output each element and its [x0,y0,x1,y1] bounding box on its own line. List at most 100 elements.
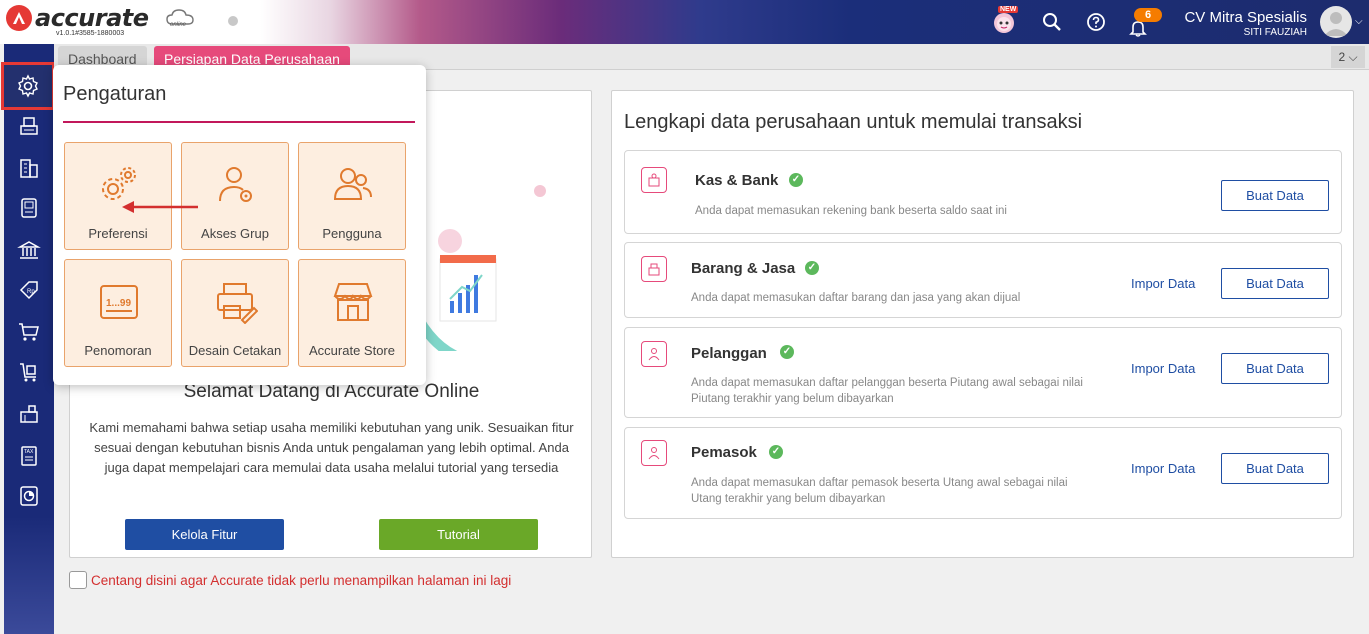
store-icon [333,283,373,321]
check-icon: ✓ [789,173,803,187]
sidebar-item-inventory[interactable] [4,394,54,434]
print-design-icon [217,283,258,324]
kelola-fitur-button[interactable]: Kelola Fitur [125,519,284,550]
tile-label: Penomoran [84,343,152,358]
building-icon [20,159,38,178]
tab-count-dropdown[interactable]: 2 ⌵ [1331,46,1365,68]
users-icon [333,168,372,200]
buat-data-button[interactable]: Buat Data [1221,180,1329,211]
top-bar: accurate v1.0.1#3585-1880003 online NEW … [0,0,1369,44]
tile-desain-cetakan[interactable]: Desain Cetakan [181,259,289,367]
settings-popup: Pengaturan Preferensi Akses Grup Penggun… [53,65,426,385]
welcome-illustration [405,185,546,351]
card-pemasok: Pemasok ✓ Anda dapat memasukan daftar pe… [624,427,1342,519]
sidebar-item-cashier[interactable] [4,106,54,146]
app-logo[interactable]: accurate [6,4,149,32]
sidebar-item-ledger[interactable] [4,188,54,228]
help-icon[interactable] [1084,10,1108,34]
logo-text: accurate [35,4,149,32]
card-description: Anda dapat memasukan daftar barang dan j… [691,292,1021,304]
cash-bank-icon [641,167,667,193]
goods-icon [641,256,667,282]
company-info[interactable]: CV Mitra Spesialis SITI FAUZIAH [1184,9,1307,38]
impor-data-link[interactable]: Impor Data [1131,461,1195,476]
logo-subtitle: online [170,22,187,28]
tile-label: Akses Grup [201,226,269,241]
buat-data-button[interactable]: Buat Data [1221,353,1329,384]
ledger-book-icon [21,198,37,218]
buat-data-button[interactable]: Buat Data [1221,268,1329,299]
notification-count-badge: 6 [1134,8,1162,22]
avatar[interactable] [1320,6,1352,38]
tile-akses-grup[interactable]: Akses Grup [181,142,289,250]
user-key-icon [219,167,252,202]
search-icon[interactable] [1040,10,1064,34]
impor-data-link[interactable]: Impor Data [1131,276,1195,291]
setup-panel: Lengkapi data perusahaan untuk memulai t… [611,90,1354,558]
sidebar-item-purchase[interactable] [4,352,54,392]
sidebar-item-company[interactable] [4,148,54,188]
app-version: v1.0.1#3585-1880003 [56,30,125,37]
bank-icon [17,241,41,259]
check-icon: ✓ [805,261,819,275]
customer-icon [641,341,667,367]
card-title: Kas & Bank [695,172,779,189]
tile-penomoran[interactable]: 1...99 Penomoran [64,259,172,367]
tutorial-button[interactable]: Tutorial [379,519,538,550]
card-description: Anda dapat memasukan daftar pemasok bese… [691,477,1068,505]
sidebar-item-sales[interactable] [4,312,54,352]
accurate-logo-icon [6,5,32,31]
tile-label: Accurate Store [309,343,395,358]
sidebar-item-price[interactable]: Rp [4,270,54,310]
numbering-icon: 1...99 [100,285,138,319]
status-dot [228,16,238,26]
warehouse-icon [20,405,38,423]
tile-pengguna[interactable]: Pengguna [298,142,406,250]
shopping-cart-icon [19,323,39,341]
sidebar-item-reports[interactable] [4,476,54,516]
company-name: CV Mitra Spesialis [1184,9,1307,26]
tile-label: Desain Cetakan [188,343,282,358]
card-description: Anda dapat memasukan rekening bank beser… [695,205,1007,217]
dont-show-checkbox[interactable] [69,571,87,589]
sidebar: Rp TAX [1,44,55,634]
arrow-pointer-icon [122,201,198,213]
report-chart-icon [20,486,38,506]
gear-icon [18,74,38,98]
svg-text:1...99: 1...99 [106,298,131,309]
tile-preferensi[interactable]: Preferensi [64,142,172,250]
user-name: SITI FAUZIAH [1243,27,1307,38]
sidebar-item-bank[interactable] [4,230,54,270]
dont-show-again[interactable]: Centang disini agar Accurate tidak perlu… [69,571,511,589]
cash-register-icon [20,117,38,135]
card-title: Barang & Jasa [691,260,796,277]
cart-box-icon [20,363,36,382]
card-pelanggan: Pelanggan ✓ Anda dapat memasukan daftar … [624,327,1342,418]
popup-title: Pengaturan [63,83,167,105]
new-badge: NEW [998,6,1019,13]
tax-document-icon: TAX [21,446,37,466]
sidebar-item-tax[interactable]: TAX [4,436,54,476]
welcome-description: Kami memahami bahwa setiap usaha memilik… [89,420,574,475]
sidebar-item-settings[interactable] [1,62,55,110]
dont-show-label: Centang disini agar Accurate tidak perlu… [91,572,512,588]
tile-accurate-store[interactable]: Accurate Store [298,259,406,367]
new-feature-icon[interactable] [992,10,1016,34]
svg-text:Rp: Rp [27,289,35,295]
impor-data-link[interactable]: Impor Data [1131,361,1195,376]
card-kas-bank: Kas & Bank ✓ Anda dapat memasukan rekeni… [624,150,1342,234]
price-tag-icon: Rp [19,281,38,300]
card-title: Pemasok [691,444,757,461]
setup-title: Lengkapi data perusahaan untuk memulai t… [624,111,1083,133]
supplier-icon [641,440,667,466]
card-title: Pelanggan [691,345,767,362]
card-barang-jasa: Barang & Jasa ✓ Anda dapat memasukan daf… [624,242,1342,318]
buat-data-button[interactable]: Buat Data [1221,453,1329,484]
popup-divider [63,121,415,123]
check-icon: ✓ [780,345,794,359]
card-description: Anda dapat memasukan daftar pelanggan be… [691,377,1083,405]
chevron-down-icon[interactable]: ⌵ [1355,16,1363,27]
svg-text:TAX: TAX [24,449,34,455]
check-icon: ✓ [769,445,783,459]
tile-label: Pengguna [322,226,382,241]
